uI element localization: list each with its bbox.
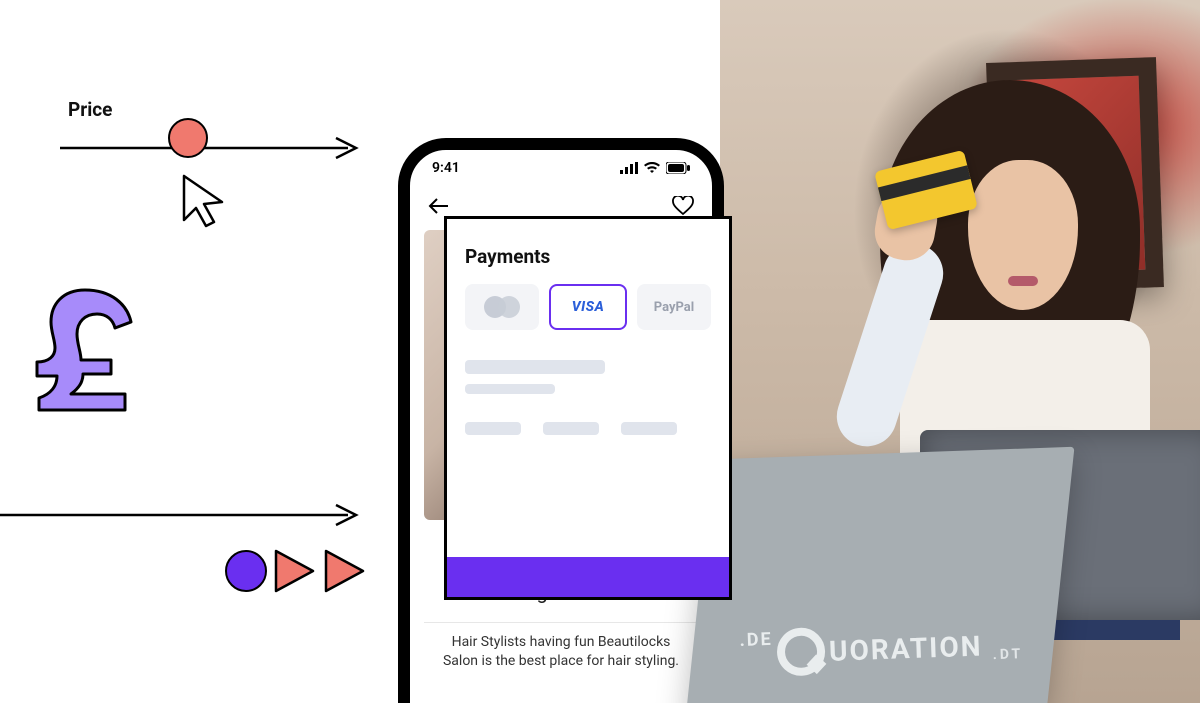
- bag-brand-suffix: UORATION: [829, 629, 983, 667]
- shopping-bag-brand: .DE UORATION .DT: [739, 620, 1023, 678]
- play-triangle-icon: [323, 548, 367, 594]
- bag-brand-small: .DT: [992, 646, 1023, 669]
- lower-axis-arrow-icon: [0, 503, 360, 527]
- wifi-icon: [644, 162, 660, 174]
- status-bar: 9:41: [410, 150, 712, 186]
- arrow-left-icon: [428, 197, 450, 215]
- price-axis-arrow-icon: [60, 136, 360, 160]
- payment-option-mastercard[interactable]: [465, 284, 539, 330]
- media-controls-illustration: [225, 548, 367, 594]
- signal-icon: [620, 162, 638, 174]
- price-label: Price: [68, 98, 112, 121]
- favorite-button[interactable]: [672, 196, 694, 216]
- composition-canvas: Price: [0, 0, 1200, 703]
- payments-primary-button[interactable]: [447, 557, 729, 597]
- cursor-icon: [180, 172, 228, 230]
- form-placeholder-line: [465, 360, 605, 374]
- payments-panel: Payments VISA PayPal: [444, 216, 732, 600]
- form-placeholder-cell: [543, 422, 599, 435]
- payments-title: Payments: [465, 245, 711, 268]
- heart-icon: [672, 196, 694, 216]
- play-triangle-icon: [273, 548, 317, 594]
- payment-options-row: VISA PayPal: [465, 284, 711, 330]
- back-button[interactable]: [428, 197, 450, 215]
- bag-brand-prefix: .DE: [739, 629, 773, 651]
- pound-currency-icon: [15, 272, 135, 412]
- form-placeholder-cell: [621, 422, 677, 435]
- bag-brand-q-icon: [776, 627, 826, 677]
- payment-option-visa[interactable]: VISA: [549, 284, 627, 330]
- mastercard-icon: [484, 296, 520, 318]
- illustration-area: Price: [0, 0, 400, 703]
- status-time: 9:41: [432, 160, 460, 176]
- status-indicators: [620, 162, 690, 174]
- listing-description: Hair Stylists having fun Beautilocks Sal…: [410, 623, 712, 671]
- price-slider-handle[interactable]: [168, 118, 208, 158]
- record-circle-icon: [225, 550, 267, 592]
- form-placeholder-row: [465, 422, 711, 435]
- payment-option-paypal[interactable]: PayPal: [637, 284, 711, 330]
- paypal-logo: PayPal: [654, 300, 694, 315]
- battery-icon: [666, 162, 690, 174]
- visa-logo: VISA: [572, 299, 605, 315]
- form-placeholder-cell: [465, 422, 521, 435]
- form-placeholder-line: [465, 384, 555, 394]
